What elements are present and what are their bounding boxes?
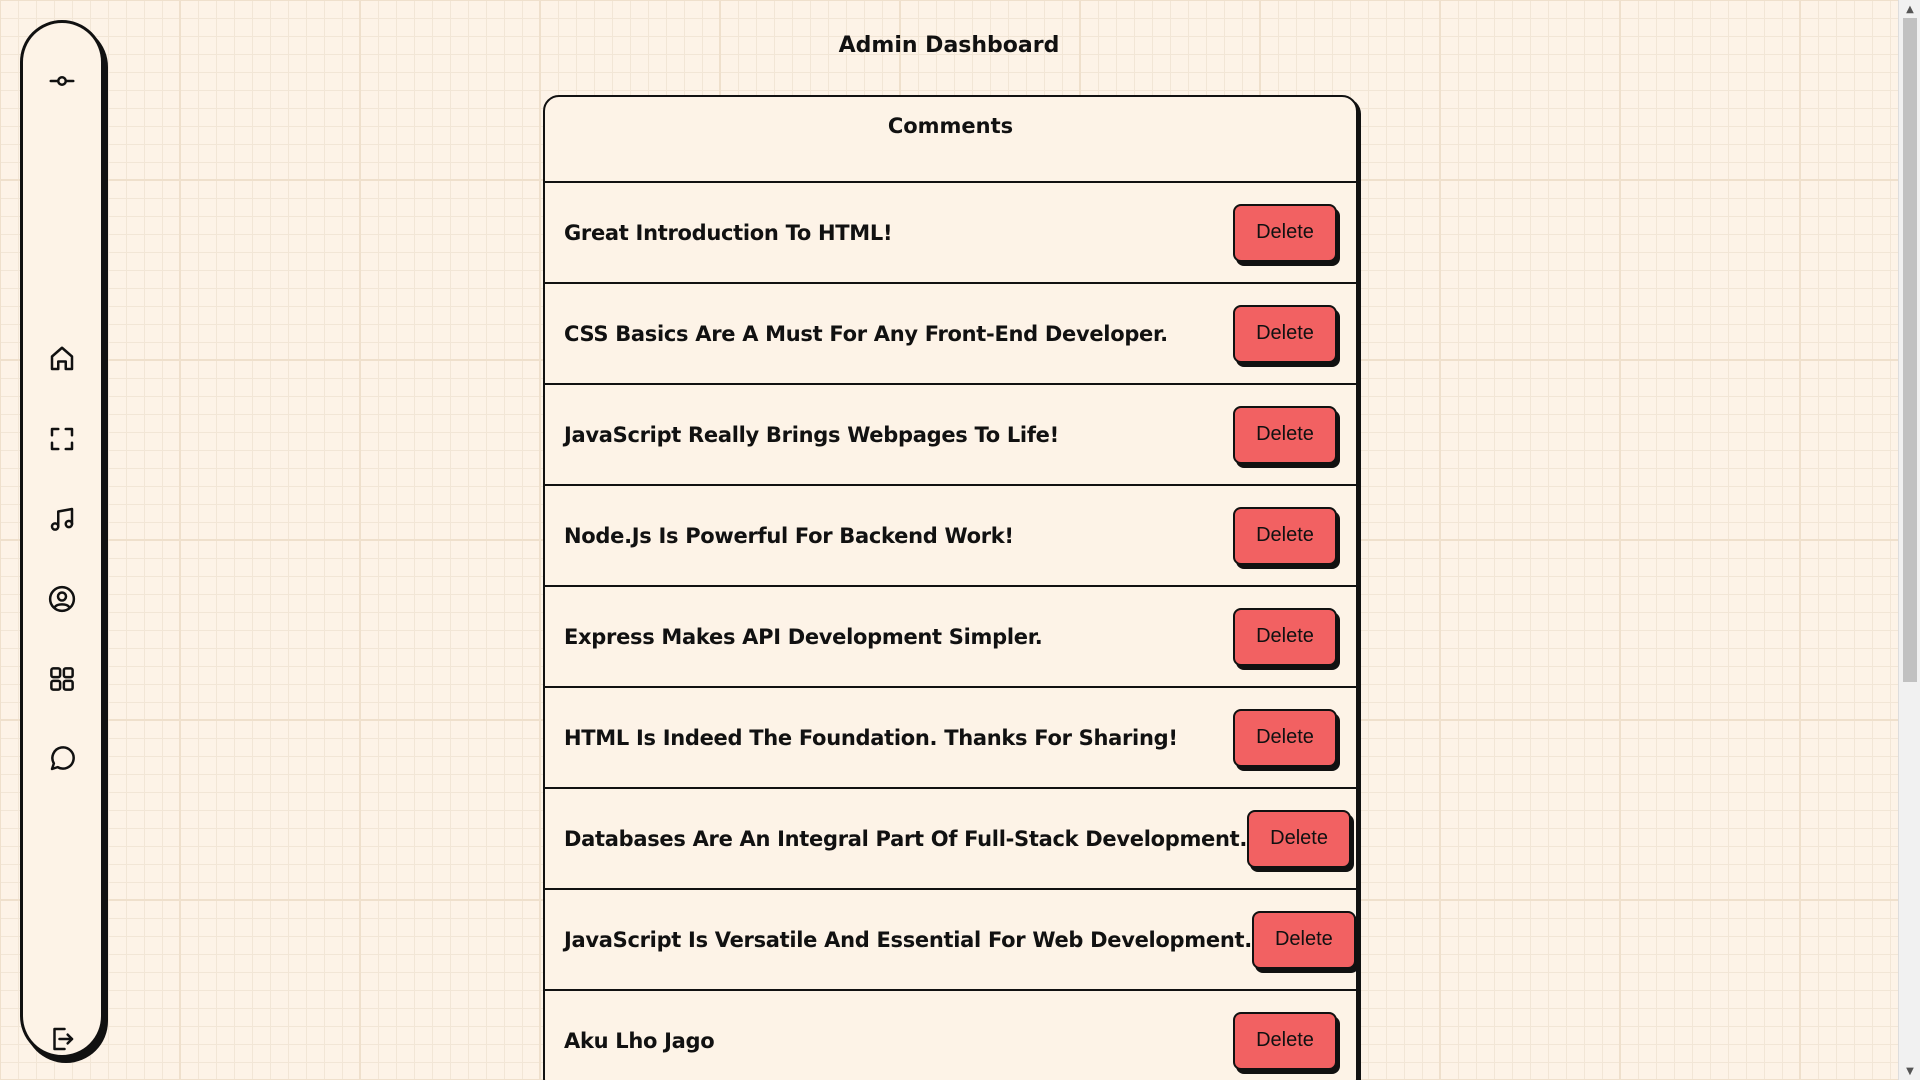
user-circle-icon[interactable]	[46, 583, 78, 615]
delete-button[interactable]: Delete	[1233, 506, 1337, 565]
comment-row: Node.Js Is Powerful For Backend Work! De…	[545, 484, 1356, 585]
comment-text: Express Makes API Development Simpler.	[564, 624, 1043, 649]
comments-panel: Comments Great Introduction To HTML! Del…	[543, 95, 1358, 1080]
comment-text: JavaScript Is Versatile And Essential Fo…	[564, 927, 1252, 952]
delete-button[interactable]: Delete	[1233, 607, 1337, 666]
sidebar	[20, 20, 104, 1058]
page-title: Admin Dashboard	[838, 33, 1060, 58]
comment-text: Node.Js Is Powerful For Backend Work!	[564, 523, 1014, 548]
comment-row: Databases Are An Integral Part Of Full-S…	[545, 787, 1356, 888]
fullscreen-icon[interactable]	[46, 423, 78, 455]
comment-row: Aku Lho Jago Delete	[545, 989, 1356, 1080]
delete-button[interactable]: Delete	[1233, 405, 1337, 464]
scroll-down-arrow-icon[interactable]: ▼	[1899, 1062, 1920, 1080]
home-icon[interactable]	[46, 343, 78, 375]
logout-icon[interactable]	[46, 1023, 78, 1055]
comment-text: Databases Are An Integral Part Of Full-S…	[564, 826, 1248, 851]
comment-text: Aku Lho Jago	[564, 1028, 715, 1053]
comment-text: CSS Basics Are A Must For Any Front-End …	[564, 321, 1168, 346]
delete-button[interactable]: Delete	[1233, 708, 1337, 767]
scroll-up-arrow-icon[interactable]: ▲	[1899, 0, 1920, 18]
comment-row: HTML Is Indeed The Foundation. Thanks Fo…	[545, 686, 1356, 787]
scrollbar[interactable]: ▲ ▼	[1898, 0, 1920, 1080]
comment-text: HTML Is Indeed The Foundation. Thanks Fo…	[564, 725, 1178, 750]
comment-text: Great Introduction To HTML!	[564, 220, 893, 245]
comments-title: Comments	[887, 114, 1014, 138]
comment-text: JavaScript Really Brings Webpages To Lif…	[564, 422, 1059, 447]
grid-icon[interactable]	[46, 663, 78, 695]
comment-row: JavaScript Is Versatile And Essential Fo…	[545, 888, 1356, 989]
music-icon[interactable]	[46, 503, 78, 535]
comment-row: Great Introduction To HTML! Delete	[545, 181, 1356, 282]
delete-button[interactable]: Delete	[1247, 809, 1352, 868]
comment-row: CSS Basics Are A Must For Any Front-End …	[545, 282, 1356, 383]
commit-icon[interactable]	[46, 65, 78, 97]
delete-button[interactable]: Delete	[1233, 1011, 1337, 1070]
scroll-thumb[interactable]	[1903, 18, 1917, 682]
chat-icon[interactable]	[46, 743, 78, 775]
delete-button[interactable]: Delete	[1233, 203, 1337, 262]
comment-row: Express Makes API Development Simpler. D…	[545, 585, 1356, 686]
delete-button[interactable]: Delete	[1251, 910, 1356, 969]
comment-row: JavaScript Really Brings Webpages To Lif…	[545, 383, 1356, 484]
delete-button[interactable]: Delete	[1233, 304, 1337, 363]
